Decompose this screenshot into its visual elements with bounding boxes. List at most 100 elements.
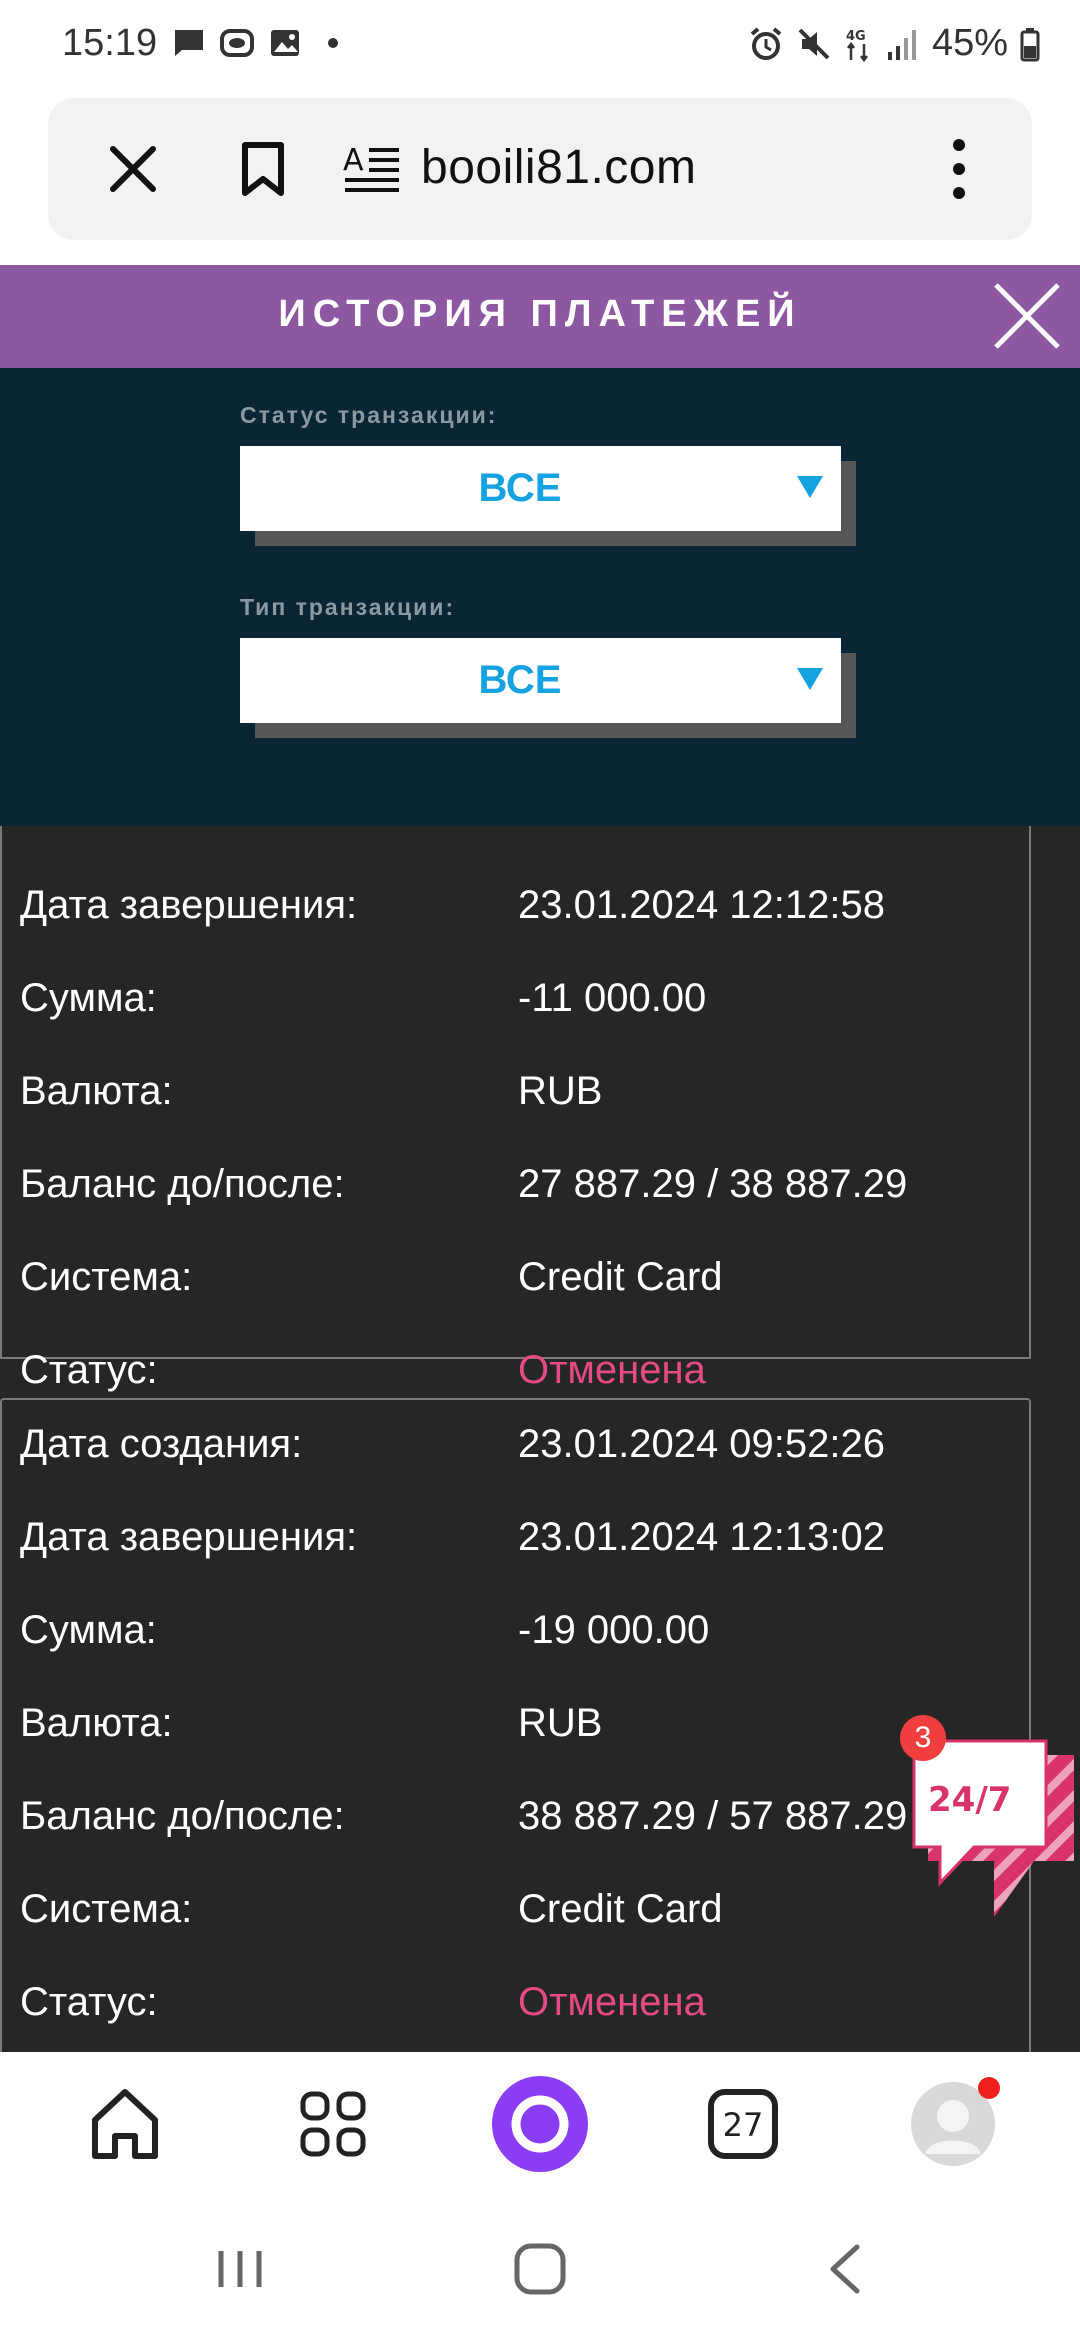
mute-icon [798,28,830,59]
table-row: Сумма: -19 000.00 [2,1586,1033,1679]
browser-menu-button[interactable] [924,134,994,204]
table-row: Дата завершения: 23.01.2024 12:12:58 [2,861,1033,954]
status-value: Отменена [518,1348,706,1392]
url-text[interactable]: booili81.com [421,140,696,195]
home-icon [92,2089,158,2159]
reader-mode-icon: A [343,143,399,192]
profile-avatar [911,2077,1000,2166]
tabs-icon: 27 [708,2089,778,2159]
more-vert-icon [953,139,965,199]
status-filter-label: Статус транзакции: [240,402,498,428]
apps-grid-icon [300,2091,366,2157]
row-value: 23.01.2024 12:13:02 [518,1515,886,1559]
chat-bubble-icon [220,29,254,57]
status-bar: 15:19 4G 45% [0,0,1080,92]
status-time: 15:19 [62,22,158,64]
row-label: Дата создания: [20,1422,303,1466]
table-row: Баланс до/после: 27 887.29 / 38 887.29 [2,1140,1033,1233]
table-row: Дата завершения: 23.01.2024 12:13:02 [2,1493,1033,1586]
alice-assistant-button[interactable] [490,2074,590,2174]
alarm-icon [750,26,782,60]
transaction-card-2: Дата создания: 23.01.2024 09:52:26 Дата … [0,1398,1031,2052]
close-icon [994,283,1060,349]
tabs-button[interactable]: 27 [693,2074,793,2174]
type-filter-select[interactable]: ВСЕ [240,638,856,738]
table-row: Система: Credit Card [2,1865,1033,1958]
status-value: Отменена [518,1980,706,2024]
row-value: RUB [518,1701,603,1745]
table-row: Дата создания: 23.01.2024 09:52:26 [2,1400,1033,1493]
row-label: Сумма: [20,976,157,1020]
row-value: 23.01.2024 12:12:58 [518,883,886,927]
modal-close-button[interactable] [988,277,1066,355]
signal-icon [887,29,916,60]
svg-text:24/7: 24/7 [928,1780,1011,1820]
close-icon [110,146,156,192]
table-row: Валюта: RUB [2,1047,1033,1140]
home-button[interactable] [75,2074,175,2174]
type-filter-label: Тип транзакции: [240,594,456,620]
row-value: -11 000.00 [518,976,707,1020]
battery-percent: 45% [931,22,1008,64]
row-label: Баланс до/после: [20,1794,345,1838]
svg-text:4G: 4G [846,29,866,44]
system-status: 4G 45% [748,22,1040,65]
row-label: Система: [20,1887,193,1931]
4g-icon: 4G [846,29,868,62]
row-value: Credit Card [518,1887,723,1931]
svg-text:27: 27 [723,2106,764,2144]
row-value: 27 887.29 / 38 887.29 [518,1162,908,1206]
row-value: RUB [518,1069,603,1113]
home-system-button[interactable] [505,2234,575,2304]
status-filter-select[interactable]: ВСЕ [240,446,856,546]
dropdown-arrow-icon [797,668,823,690]
back-button[interactable] [810,2234,880,2304]
row-label: Статус: [20,1980,158,2024]
bookmark-button[interactable] [228,134,298,204]
browser-address-bar: A booili81.com [48,98,1032,240]
chat-badge: 3 [900,1715,946,1761]
row-label: Статус: [20,1348,158,1392]
type-filter-value: ВСЕ [478,658,562,702]
row-value: -19 000.00 [518,1608,710,1652]
status-filter-value: ВСЕ [478,466,562,510]
row-label: Баланс до/после: [20,1162,345,1206]
support-chat-widget[interactable]: 24/7 3 [900,1715,1080,1935]
table-row: Валюта: RUB [2,1679,1033,1772]
recents-button[interactable] [205,2234,275,2304]
table-row: Сумма: -11 000.00 [2,954,1033,1047]
row-label: Дата завершения: [20,1515,358,1559]
filter-panel: Статус транзакции: ВСЕ Тип транзакции: В… [0,368,1080,826]
svg-text:A: A [343,143,364,178]
row-label: Сумма: [20,1608,157,1652]
reader-mode-button[interactable]: A [338,134,408,204]
apps-button[interactable] [283,2074,383,2174]
notification-icons [172,26,350,60]
modal-header: ИСТОРИЯ ПЛАТЕЖЕЙ [0,265,1080,368]
row-label: Валюта: [20,1701,173,1745]
row-label: Система: [20,1255,193,1299]
table-row: Статус: Отменена [2,1958,1033,2051]
home-circle-icon [514,2243,566,2295]
message-icon [175,30,203,56]
bookmark-icon [242,142,284,196]
alice-assistant-icon [492,2076,588,2172]
close-tab-button[interactable] [98,134,168,204]
system-navigation-bar [0,2194,1080,2340]
dropdown-arrow-icon [797,476,823,498]
modal-title: ИСТОРИЯ ПЛАТЕЖЕЙ [278,293,802,335]
image-icon [271,30,299,56]
table-row: Баланс до/после: 38 887.29 / 57 887.29 [2,1772,1033,1865]
back-icon [830,2244,860,2294]
profile-button[interactable] [903,2074,1003,2174]
battery-icon [1020,27,1040,61]
recents-icon [218,2251,262,2287]
row-value: 38 887.29 / 57 887.29 [518,1794,908,1838]
dot-icon [328,38,338,48]
row-label: Дата завершения: [20,883,358,927]
row-value: Credit Card [518,1255,723,1299]
row-value: 23.01.2024 09:52:26 [518,1422,886,1466]
browser-bottom-nav: 27 [0,2052,1080,2194]
row-label: Валюта: [20,1069,173,1113]
table-row: Система: Credit Card [2,1233,1033,1326]
